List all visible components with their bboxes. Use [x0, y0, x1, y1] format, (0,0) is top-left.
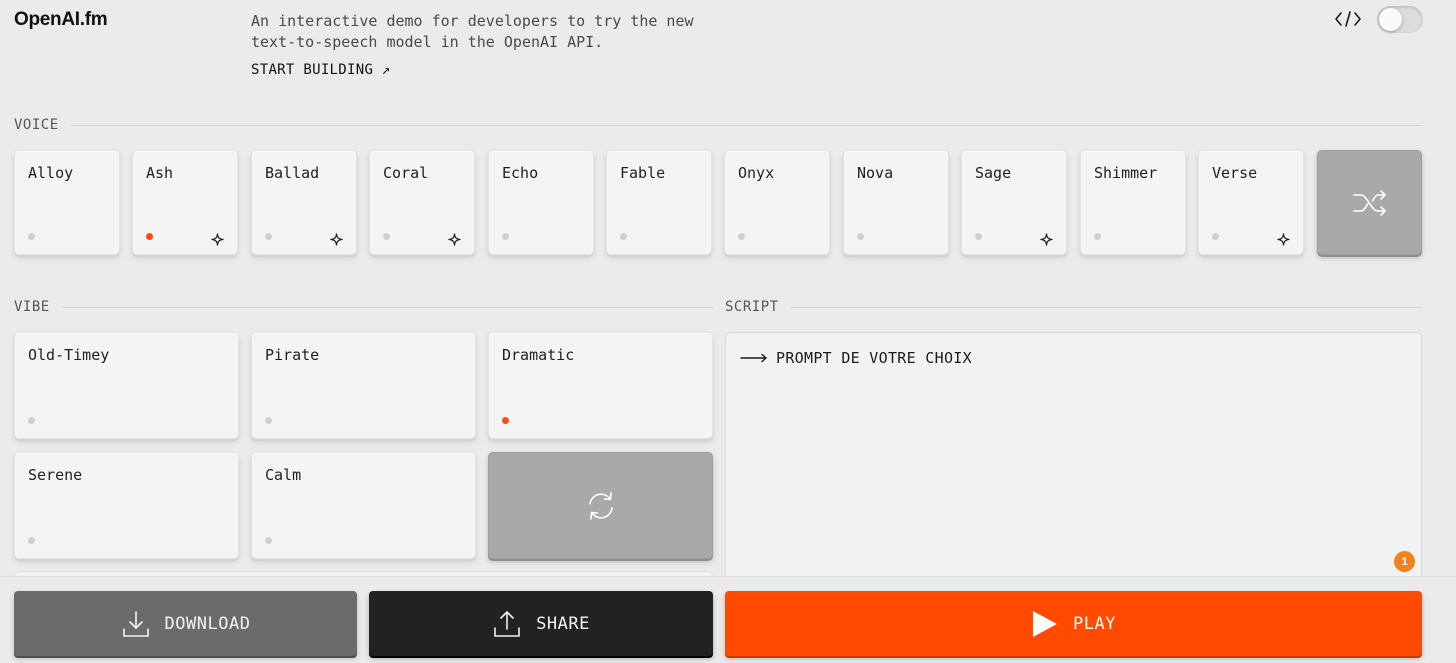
- sparkle-icon: [448, 231, 461, 246]
- voice-card-coral[interactable]: Coral: [369, 150, 475, 255]
- voice-name: Ash: [146, 164, 174, 182]
- script-section-label: SCRIPT: [725, 299, 779, 315]
- selection-dot: [1212, 233, 1219, 240]
- voice-name: Ballad: [265, 164, 320, 182]
- script-section-header: SCRIPT: [725, 299, 1422, 315]
- play-icon: [1033, 610, 1058, 637]
- download-label: DOWNLOAD: [164, 613, 251, 634]
- selection-dot: [502, 417, 509, 424]
- voice-name: Verse: [1212, 164, 1258, 182]
- voice-card-echo[interactable]: Echo: [488, 150, 594, 255]
- download-button[interactable]: DOWNLOAD: [14, 591, 357, 656]
- dev-mode-toggle[interactable]: [1377, 6, 1423, 33]
- voice-name: Sage: [975, 164, 1012, 182]
- vibe-name: Calm: [265, 466, 302, 484]
- refresh-icon: [588, 491, 613, 520]
- voice-section-label: VOICE: [14, 117, 59, 133]
- share-button[interactable]: SHARE: [369, 591, 713, 656]
- vibe-card-serene[interactable]: Serene: [14, 452, 239, 559]
- section-divider: [61, 306, 713, 308]
- voice-name: Onyx: [738, 164, 775, 182]
- voice-card-fable[interactable]: Fable: [606, 150, 712, 255]
- voice-name: Fable: [620, 164, 666, 182]
- voice-card-onyx[interactable]: Onyx: [724, 150, 830, 255]
- sparkle-icon: [330, 231, 343, 246]
- voice-card-sage[interactable]: Sage: [961, 150, 1067, 255]
- vibe-card-old-timey[interactable]: Old-Timey: [14, 332, 239, 439]
- selection-dot: [620, 233, 627, 240]
- vibe-card-calm[interactable]: Calm: [251, 452, 476, 559]
- voice-section-header: VOICE: [14, 117, 1422, 133]
- vibe-card-pirate[interactable]: Pirate: [251, 332, 476, 439]
- shuffle-icon: [1352, 189, 1386, 216]
- selection-dot: [146, 233, 153, 240]
- vibe-name: Pirate: [265, 346, 320, 364]
- tagline: An interactive demo for developers to tr…: [251, 12, 694, 51]
- sparkle-icon: [1277, 231, 1290, 246]
- refresh-vibes-button[interactable]: [488, 452, 713, 559]
- long-arrow-icon: [740, 353, 767, 363]
- selection-dot: [28, 537, 35, 544]
- voice-card-ballad[interactable]: Ballad: [251, 150, 357, 255]
- section-divider: [70, 124, 1422, 126]
- voice-card-ash[interactable]: Ash: [132, 150, 238, 255]
- voice-card-shimmer[interactable]: Shimmer: [1080, 150, 1186, 255]
- download-icon: [122, 610, 149, 637]
- voice-name: Coral: [383, 164, 429, 182]
- play-label: PLAY: [1073, 613, 1116, 634]
- vibe-name: Serene: [28, 466, 83, 484]
- share-label: SHARE: [536, 613, 590, 634]
- shuffle-voice-button[interactable]: [1317, 150, 1422, 255]
- selection-dot: [857, 233, 864, 240]
- vibe-section-label: VIBE: [14, 299, 50, 315]
- sparkle-icon: [1040, 231, 1053, 246]
- openai-fm-app: OpenAI.fm An interactive demo for develo…: [0, 0, 1456, 663]
- notification-badge[interactable]: 1: [1394, 551, 1415, 572]
- voice-card-verse[interactable]: Verse: [1198, 150, 1304, 255]
- vibe-card-dramatic[interactable]: Dramatic: [488, 332, 713, 439]
- vibe-name: Dramatic: [502, 346, 575, 364]
- start-building-link[interactable]: START BUILDING ↗: [251, 62, 391, 78]
- play-button[interactable]: PLAY: [725, 591, 1422, 656]
- voice-name: Shimmer: [1094, 164, 1158, 182]
- voice-name: Nova: [857, 164, 894, 182]
- code-icon[interactable]: [1333, 9, 1363, 29]
- selection-dot: [28, 417, 35, 424]
- app-logo: OpenAI.fm: [14, 9, 108, 30]
- selection-dot: [28, 233, 35, 240]
- section-divider: [790, 306, 1422, 308]
- sparkle-icon: [211, 231, 224, 246]
- voice-card-alloy[interactable]: Alloy: [14, 150, 120, 255]
- voice-name: Alloy: [28, 164, 74, 182]
- selection-dot: [738, 233, 745, 240]
- share-icon: [494, 610, 520, 637]
- selection-dot: [1094, 233, 1101, 240]
- selection-dot: [265, 233, 272, 240]
- selection-dot: [975, 233, 982, 240]
- script-text: PROMPT DE VOTRE CHOIX: [776, 349, 972, 367]
- script-content: PROMPT DE VOTRE CHOIX: [740, 349, 972, 367]
- vibe-name: Old-Timey: [28, 346, 110, 364]
- script-textarea[interactable]: PROMPT DE VOTRE CHOIX: [725, 332, 1422, 592]
- voice-card-nova[interactable]: Nova: [843, 150, 949, 255]
- selection-dot: [265, 537, 272, 544]
- selection-dot: [383, 233, 390, 240]
- toggle-knob: [1379, 8, 1402, 31]
- vibe-section-header: VIBE: [14, 299, 713, 315]
- selection-dot: [265, 417, 272, 424]
- selection-dot: [502, 233, 509, 240]
- voice-name: Echo: [502, 164, 539, 182]
